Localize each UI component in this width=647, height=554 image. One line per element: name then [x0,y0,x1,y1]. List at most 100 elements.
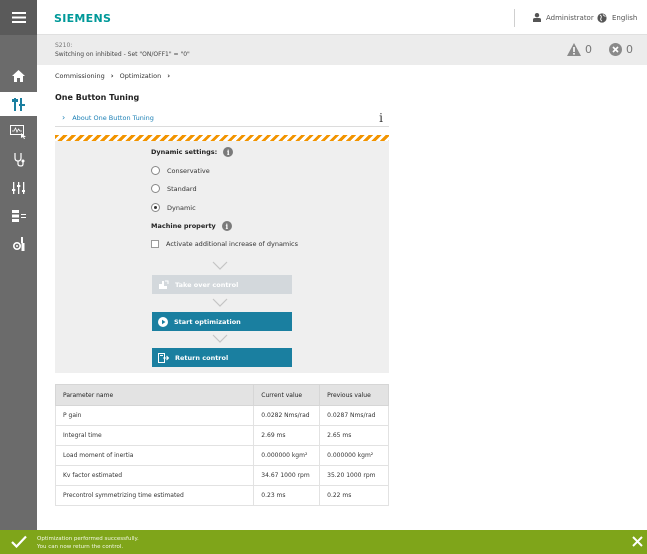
nav-commissioning[interactable] [0,92,37,116]
table-row: Load moment of inertia 0.000000 kgm² 0.0… [54,445,389,466]
menu-button[interactable] [0,0,37,35]
errors-count: 0 [626,43,633,56]
nav-rail [0,0,37,554]
dynamic-settings-heading: Dynamic settings: i [151,147,234,157]
chevron-right-icon: › [62,113,66,122]
settings-tools-icon [12,237,24,251]
chevron-right-icon: › [167,72,171,80]
warnings-counter[interactable]: 0 [567,43,592,56]
table-cell: 35.20 1000 rpm [319,465,389,486]
dynamics-checkbox[interactable] [151,240,159,248]
info-icon[interactable]: i [221,221,232,231]
results-table: Parameter name Current value Previous va… [54,384,389,506]
dynamics-checkbox-row[interactable]: Activate additional increase of dynamics [151,240,298,248]
machine-property-heading: Machine property i [151,221,232,231]
take-control-icon [159,280,169,289]
radio-button-selected[interactable] [151,203,160,212]
info-icon[interactable]: i [223,147,234,157]
errors-counter[interactable]: 0 [609,43,633,56]
play-icon [158,316,168,327]
menu-icon [11,12,26,23]
table-cell: 0.0282 Nms/rad [253,405,321,426]
table-row: P gain 0.0282 Nms/rad 0.0287 Nms/rad [54,405,389,426]
table-cell: Integral time [54,425,255,446]
info-icon[interactable]: i [379,111,383,125]
radio-dynamic[interactable]: Dynamic [151,203,196,212]
nav-home[interactable] [0,64,37,88]
nav-diagnostics[interactable] [0,148,37,172]
return-control-label: Return control [175,353,229,362]
notification-line2: You can now return the control. [37,544,124,550]
notification-line1: Optimization performed successfully. [37,536,139,542]
error-icon [609,43,622,56]
checkbox-label: Activate additional increase of dynamics [166,240,299,248]
radio-label: Dynamic [167,203,196,212]
user-menu[interactable]: Administrator [533,13,594,22]
table-cell: Precontrol symmetrizing time estimated [54,485,255,506]
table-cell: 0.000000 kgm² [319,445,389,466]
parameters-icon [12,182,25,194]
checkmark-icon [11,535,27,548]
diagnostics-icon [13,153,24,167]
brand-logo: SIEMENS [54,12,112,25]
table-cell: 2.69 ms [253,425,321,446]
table-cell: Kv factor estimated [54,465,255,486]
globe-icon [597,13,607,23]
commissioning-icon [12,97,25,111]
radio-button[interactable] [151,166,160,175]
radio-label: Conservative [167,166,210,175]
nav-parameters[interactable] [0,176,37,200]
radio-conservative[interactable]: Conservative [151,166,210,175]
table-cell: P gain [54,405,255,426]
column-header: Parameter name [54,384,255,406]
table-cell: 0.22 ms [319,485,389,506]
breadcrumb-commissioning[interactable]: Commissioning [55,72,105,80]
header-divider [514,9,515,27]
about-expander[interactable]: › About One Button Tuning i [55,109,389,127]
nav-database[interactable] [0,204,37,228]
nav-trace[interactable] [0,120,37,144]
chevron-down-icon [212,334,228,343]
table-row: Integral time 2.69 ms 2.65 ms [54,425,389,446]
return-control-button[interactable]: Return control [152,348,292,367]
tuning-panel: Dynamic settings: i Conservative Standar… [55,135,389,373]
column-header: Current value [253,384,321,406]
start-optimization-button[interactable]: Start optimization [152,312,292,331]
hazard-stripe [55,135,389,141]
take-over-label: Take over control [175,280,239,289]
breadcrumb: Commissioning › Optimization › [55,72,170,80]
success-notification: Optimization performed successfully. You… [0,530,647,554]
chevron-down-icon [212,261,228,270]
return-control-icon [158,352,169,363]
page-title: One Button Tuning [55,93,140,102]
about-label: About One Button Tuning [72,113,154,122]
status-message: Switching on inhibited - Set "ON/OFF1" =… [55,51,190,58]
close-icon[interactable] [632,536,643,547]
column-header: Previous value [319,384,389,406]
radio-label: Standard [167,184,197,193]
table-cell: Load moment of inertia [54,445,255,466]
status-bar: S210: Switching on inhibited - Set "ON/O… [37,35,647,65]
dynamic-settings-label: Dynamic settings: [151,148,218,156]
warning-icon [567,43,581,56]
trace-icon [10,125,26,139]
chevron-right-icon: › [110,72,114,80]
table-cell: 0.0287 Nms/rad [319,405,389,426]
start-optimization-label: Start optimization [174,317,241,326]
breadcrumb-optimization[interactable]: Optimization [120,72,162,80]
take-over-control-button[interactable]: Take over control [152,275,292,294]
nav-settings-tools[interactable] [0,232,37,256]
radio-standard[interactable]: Standard [151,184,197,193]
table-cell: 0.000000 kgm² [253,445,321,466]
user-icon [533,13,541,22]
table-cell: 34.67 1000 rpm [253,465,321,486]
table-row: Precontrol symmetrizing time estimated 0… [54,485,389,506]
radio-button[interactable] [151,184,160,193]
app-header: SIEMENS Administrator English [37,0,647,35]
home-icon [12,70,25,82]
machine-property-label: Machine property [151,222,216,230]
language-menu[interactable]: English [597,13,637,23]
user-name: Administrator [546,13,594,22]
table-row: Kv factor estimated 34.67 1000 rpm 35.20… [54,465,389,486]
database-icon [11,210,26,222]
